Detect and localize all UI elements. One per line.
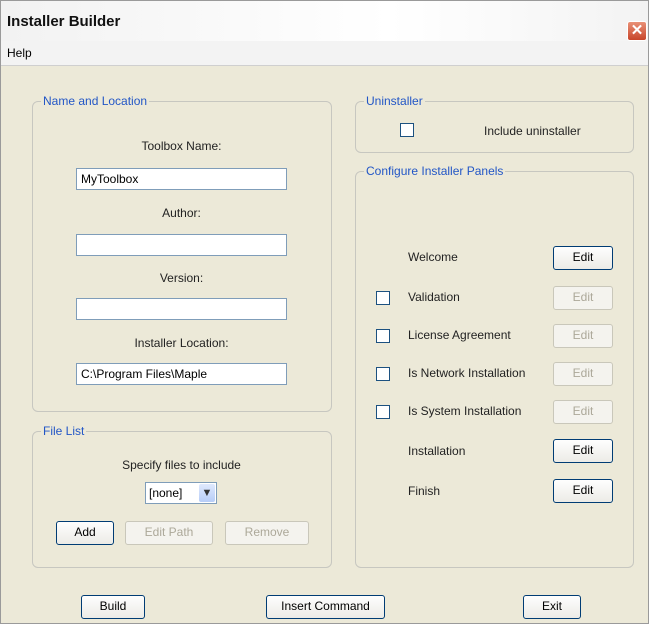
- author-label: Author:: [162, 206, 201, 220]
- include-uninstaller-checkbox[interactable]: [400, 123, 414, 137]
- toolbox-name-label: Toolbox Name:: [141, 139, 222, 153]
- installer-location-label: Installer Location:: [134, 336, 229, 350]
- edit-path-button[interactable]: Edit Path: [125, 521, 213, 545]
- panel-label-license: License Agreement: [408, 328, 511, 342]
- include-uninstaller-label: Include uninstaller: [484, 124, 581, 138]
- menu-bar: Help: [1, 41, 648, 66]
- files-select[interactable]: [none] ▼: [145, 482, 217, 504]
- edit-system-button[interactable]: Edit: [553, 400, 613, 424]
- edit-license-button[interactable]: Edit: [553, 324, 613, 348]
- configure-panels-legend: Configure Installer Panels: [364, 164, 506, 178]
- installer-builder-window: Installer Builder ✕ Help Name and Locati…: [0, 0, 649, 624]
- edit-welcome-button[interactable]: Edit: [553, 246, 613, 270]
- validation-checkbox[interactable]: [376, 291, 390, 305]
- installer-location-input[interactable]: [76, 363, 287, 385]
- version-input[interactable]: [76, 298, 287, 320]
- panel-label-validation: Validation: [408, 290, 460, 304]
- files-select-value: [none]: [149, 486, 183, 500]
- network-installation-checkbox[interactable]: [376, 367, 390, 381]
- panel-label-finish: Finish: [408, 484, 441, 498]
- insert-command-button[interactable]: Insert Command: [266, 595, 385, 619]
- close-icon[interactable]: ✕: [627, 21, 647, 41]
- edit-network-button[interactable]: Edit: [553, 362, 613, 386]
- menu-help[interactable]: Help: [7, 46, 32, 60]
- system-installation-checkbox[interactable]: [376, 405, 390, 419]
- license-agreement-checkbox[interactable]: [376, 329, 390, 343]
- chevron-down-icon[interactable]: ▼: [199, 484, 215, 502]
- name-location-legend: Name and Location: [41, 94, 150, 108]
- panel-label-system: Is System Installation: [408, 404, 522, 418]
- files-prompt-label: Specify files to include: [122, 458, 241, 472]
- build-button[interactable]: Build: [81, 595, 145, 619]
- author-input[interactable]: [76, 234, 287, 256]
- edit-finish-button[interactable]: Edit: [553, 479, 613, 503]
- title-bar: Installer Builder ✕: [1, 1, 648, 42]
- version-label: Version:: [159, 271, 204, 285]
- panel-label-welcome: Welcome: [408, 250, 458, 264]
- file-list-legend: File List: [41, 424, 87, 438]
- edit-validation-button[interactable]: Edit: [553, 286, 613, 310]
- toolbox-name-input[interactable]: [76, 168, 287, 190]
- add-button[interactable]: Add: [56, 521, 114, 545]
- exit-button[interactable]: Exit: [523, 595, 581, 619]
- window-title: Installer Builder: [7, 13, 121, 30]
- panel-label-installation: Installation: [408, 444, 466, 458]
- remove-button[interactable]: Remove: [225, 521, 309, 545]
- panel-label-network: Is Network Installation: [408, 366, 526, 380]
- uninstaller-legend: Uninstaller: [364, 94, 425, 108]
- edit-installation-button[interactable]: Edit: [553, 439, 613, 463]
